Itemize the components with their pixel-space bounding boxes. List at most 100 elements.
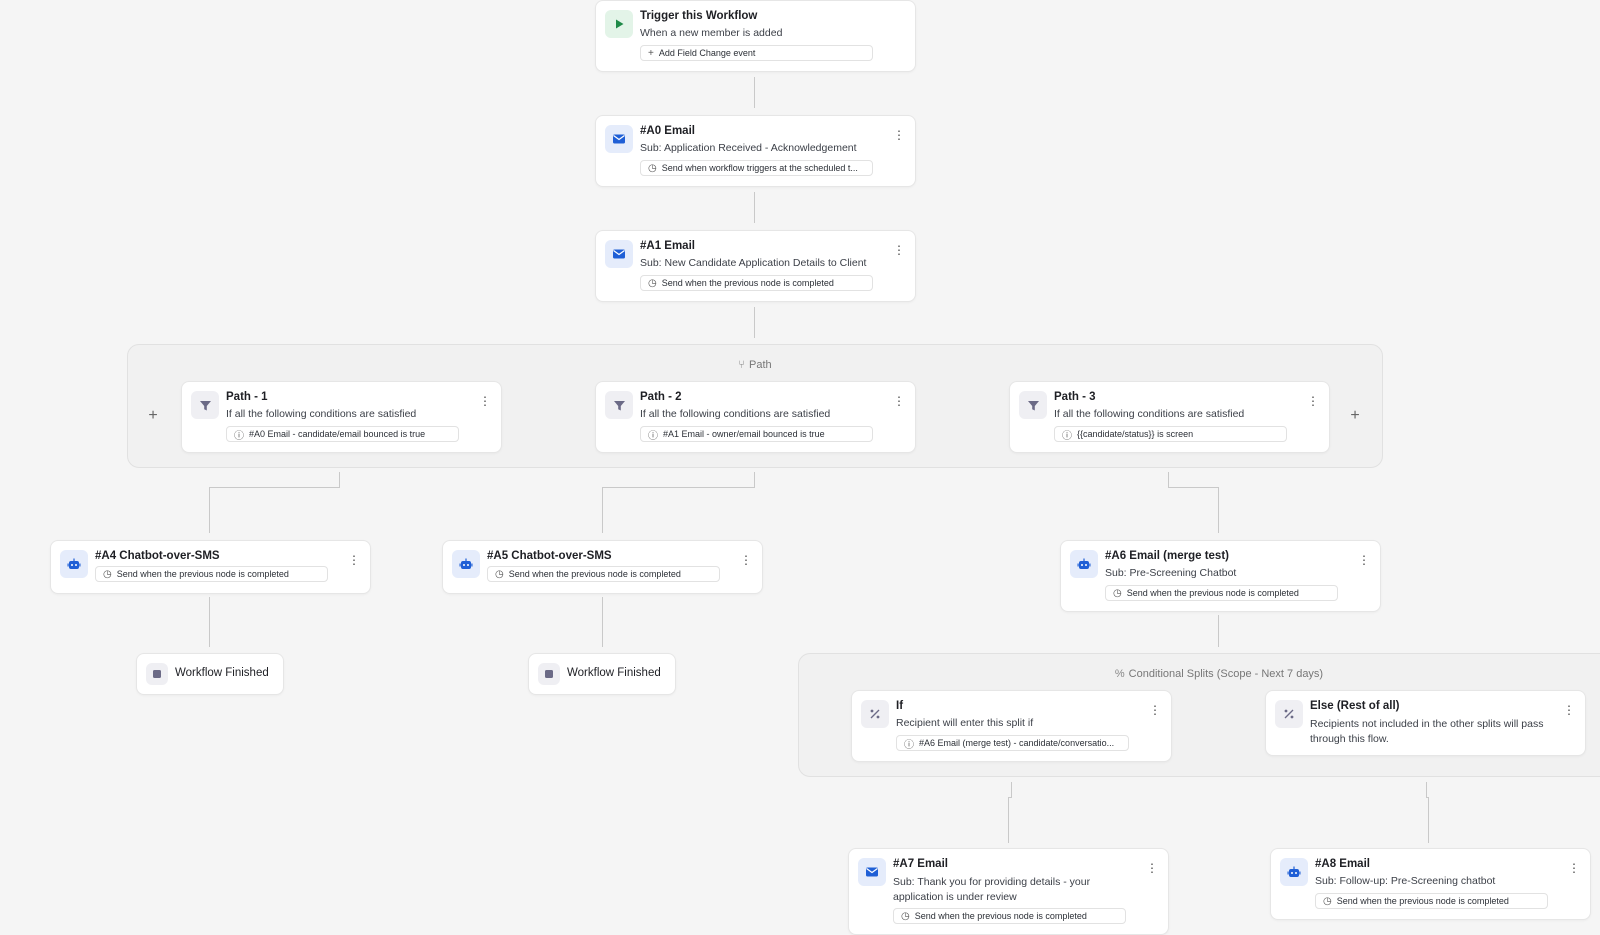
a1-email-node[interactable]: #A1 Email Sub: New Candidate Application… bbox=[595, 230, 916, 302]
stop-icon bbox=[538, 663, 560, 685]
pill-label: #A6 Email (merge test) - candidate/conve… bbox=[919, 738, 1115, 748]
node-title: #A8 Email bbox=[1315, 858, 1370, 870]
connector bbox=[602, 597, 603, 647]
clock-icon: ◷ bbox=[648, 277, 657, 289]
connector bbox=[754, 192, 755, 223]
schedule-pill[interactable]: ◷ Send when the previous node is complet… bbox=[893, 908, 1126, 924]
path-2-node[interactable]: Path - 2 If all the following conditions… bbox=[595, 381, 916, 453]
play-icon bbox=[605, 10, 633, 38]
more-options-icon[interactable]: ⋮ bbox=[893, 395, 905, 407]
node-title: If bbox=[896, 700, 904, 712]
connector bbox=[1008, 797, 1009, 843]
add-path-right-button[interactable]: + bbox=[1346, 407, 1364, 425]
clock-icon: ◷ bbox=[901, 910, 910, 922]
a7-email-node[interactable]: #A7 Email Sub: Thank you for providing d… bbox=[848, 848, 1169, 935]
more-options-icon[interactable]: ⋮ bbox=[1149, 704, 1161, 716]
a4-chatbot-node[interactable]: #A4 Chatbot-over-SMS ◷ Send when the pre… bbox=[50, 540, 371, 594]
plus-icon: + bbox=[648, 47, 654, 59]
more-options-icon[interactable]: ⋮ bbox=[348, 554, 360, 566]
node-title: Else (Rest of all) bbox=[1310, 700, 1400, 712]
percent-icon bbox=[1275, 700, 1303, 728]
bot-icon bbox=[1070, 550, 1098, 578]
mail-icon bbox=[605, 125, 633, 153]
workflow-finished-node[interactable]: Workflow Finished bbox=[528, 653, 676, 695]
a8-email-node[interactable]: #A8 Email Sub: Follow-up: Pre-Screening … bbox=[1270, 848, 1591, 920]
a0-email-node[interactable]: #A0 Email Sub: Application Received - Ac… bbox=[595, 115, 916, 187]
node-title: #A4 Chatbot-over-SMS bbox=[95, 550, 220, 562]
bot-icon bbox=[452, 550, 480, 578]
more-options-icon[interactable]: ⋮ bbox=[1146, 862, 1158, 874]
add-field-change-button[interactable]: + Add Field Change event bbox=[640, 45, 873, 61]
bot-icon bbox=[1280, 858, 1308, 886]
a6-email-node[interactable]: #A6 Email (merge test) Sub: Pre-Screenin… bbox=[1060, 540, 1381, 612]
more-options-icon[interactable]: ⋮ bbox=[893, 244, 905, 256]
trigger-node[interactable]: Trigger this Workflow When a new member … bbox=[595, 0, 916, 72]
connector bbox=[754, 472, 755, 488]
pill-label: {{candidate/status}} is screen bbox=[1077, 429, 1194, 439]
node-title: #A6 Email (merge test) bbox=[1105, 550, 1229, 562]
node-subtitle: If all the following conditions are sati… bbox=[226, 408, 417, 420]
node-subtitle: Recipients not included in the other spl… bbox=[1310, 718, 1544, 745]
path-3-node[interactable]: Path - 3 If all the following conditions… bbox=[1009, 381, 1330, 453]
schedule-pill[interactable]: ◷ Send when the previous node is complet… bbox=[640, 275, 873, 291]
pill-label: Send when the previous node is completed bbox=[1336, 896, 1509, 906]
schedule-pill[interactable]: ◷ Send when the previous node is complet… bbox=[1105, 585, 1338, 601]
pill-label: #A0 Email - candidate/email bounced is t… bbox=[249, 429, 426, 439]
condition-pill[interactable]: ⓘ #A6 Email (merge test) - candidate/con… bbox=[896, 735, 1129, 751]
else-split-node[interactable]: Else (Rest of all) Recipients not includ… bbox=[1265, 690, 1586, 756]
node-title: Workflow Finished bbox=[175, 667, 269, 679]
filter-icon bbox=[1019, 391, 1047, 419]
connector bbox=[602, 487, 755, 488]
group-label-text: Path bbox=[748, 359, 772, 371]
info-icon: ⓘ bbox=[234, 430, 244, 442]
node-subtitle: If all the following conditions are sati… bbox=[1054, 408, 1245, 420]
node-title: #A5 Chatbot-over-SMS bbox=[487, 550, 612, 562]
more-options-icon[interactable]: ⋮ bbox=[1307, 395, 1319, 407]
clock-icon: ◷ bbox=[1323, 895, 1332, 907]
node-subtitle: Sub: Application Received - Acknowledgem… bbox=[640, 142, 857, 154]
node-subtitle: When a new member is added bbox=[640, 27, 783, 39]
schedule-pill[interactable]: ◷ Send when the previous node is complet… bbox=[487, 566, 720, 582]
node-subtitle: Sub: Thank you for providing details - y… bbox=[893, 876, 1091, 903]
condition-pill[interactable]: ⓘ #A0 Email - candidate/email bounced is… bbox=[226, 426, 459, 442]
node-title: Path - 3 bbox=[1054, 391, 1096, 403]
node-subtitle: Sub: Pre-Screening Chatbot bbox=[1105, 567, 1237, 579]
path-group-label: ⑂ Path bbox=[738, 359, 771, 371]
connector bbox=[602, 487, 603, 533]
connector bbox=[1428, 797, 1429, 843]
node-subtitle: If all the following conditions are sati… bbox=[640, 408, 831, 420]
schedule-pill[interactable]: ◷ Send when the previous node is complet… bbox=[1315, 893, 1548, 909]
more-options-icon[interactable]: ⋮ bbox=[1563, 704, 1575, 716]
stop-icon bbox=[146, 663, 168, 685]
workflow-finished-node[interactable]: Workflow Finished bbox=[136, 653, 284, 695]
connector bbox=[754, 77, 755, 108]
more-options-icon[interactable]: ⋮ bbox=[1568, 862, 1580, 874]
more-options-icon[interactable]: ⋮ bbox=[740, 554, 752, 566]
percent-icon bbox=[861, 700, 889, 728]
schedule-pill[interactable]: ◷ Send when workflow triggers at the sch… bbox=[640, 160, 873, 176]
percent-icon: % bbox=[1114, 668, 1125, 680]
condition-pill[interactable]: ⓘ {{candidate/status}} is screen bbox=[1054, 426, 1287, 442]
node-title: #A1 Email bbox=[640, 240, 695, 252]
more-options-icon[interactable]: ⋮ bbox=[1358, 554, 1370, 566]
add-path-left-button[interactable]: + bbox=[144, 407, 162, 425]
schedule-pill[interactable]: ◷ Send when the previous node is complet… bbox=[95, 566, 328, 582]
if-split-node[interactable]: If Recipient will enter this split if ⓘ … bbox=[851, 690, 1172, 762]
clock-icon: ◷ bbox=[103, 568, 112, 580]
node-title: #A7 Email bbox=[893, 858, 948, 870]
splits-group-label: % Conditional Splits (Scope - Next 7 day… bbox=[1115, 668, 1323, 680]
path-1-node[interactable]: Path - 1 If all the following conditions… bbox=[181, 381, 502, 453]
more-options-icon[interactable]: ⋮ bbox=[479, 395, 491, 407]
a5-chatbot-node[interactable]: #A5 Chatbot-over-SMS ◷ Send when the pre… bbox=[442, 540, 763, 594]
connector bbox=[1011, 782, 1012, 798]
node-title: Path - 1 bbox=[226, 391, 268, 403]
connector bbox=[1218, 615, 1219, 647]
clock-icon: ◷ bbox=[495, 568, 504, 580]
clock-icon: ◷ bbox=[1113, 587, 1122, 599]
pill-label: Send when workflow triggers at the sched… bbox=[661, 163, 858, 173]
condition-pill[interactable]: ⓘ #A1 Email - owner/email bounced is tru… bbox=[640, 426, 873, 442]
connector bbox=[1168, 472, 1169, 488]
node-title: #A0 Email bbox=[640, 125, 695, 137]
mail-icon bbox=[605, 240, 633, 268]
more-options-icon[interactable]: ⋮ bbox=[893, 129, 905, 141]
